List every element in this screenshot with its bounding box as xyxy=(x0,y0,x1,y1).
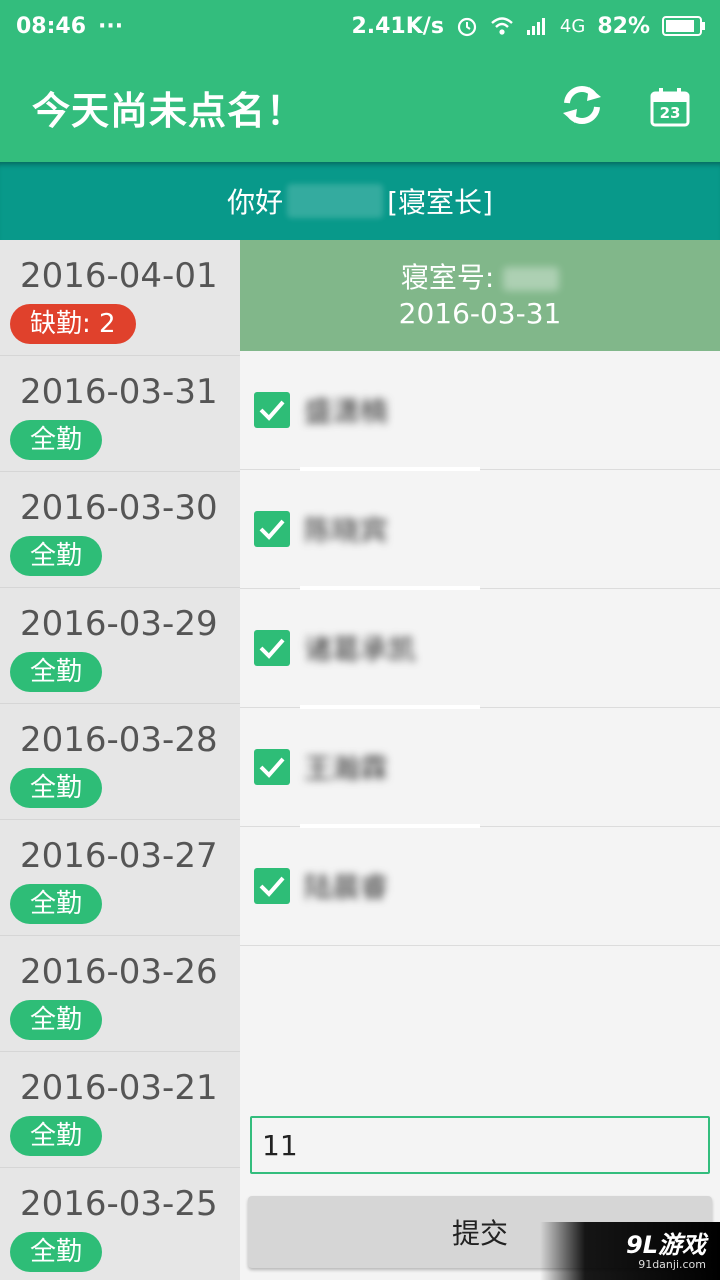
user-name-redacted xyxy=(287,184,384,218)
battery-icon xyxy=(662,15,706,37)
refresh-icon xyxy=(561,85,603,129)
calendar-day: 23 xyxy=(659,104,681,122)
check-icon xyxy=(259,519,285,540)
date-list-item[interactable]: 2016-03-26 全勤 xyxy=(0,936,240,1052)
member-row[interactable]: 陆晨睿 xyxy=(240,827,720,946)
greeting-role: [寝室长] xyxy=(387,186,493,219)
date-label: 2016-03-25 xyxy=(20,1184,218,1224)
room-date: 2016-03-31 xyxy=(398,296,562,330)
greeting-prefix: 你好 xyxy=(227,186,284,219)
status-network-speed: 2.41K/s xyxy=(351,13,444,39)
wifi-icon xyxy=(490,16,514,36)
status-more-icon: ··· xyxy=(98,13,124,39)
absence-badge: 缺勤: 2 xyxy=(10,304,136,344)
member-name: 诸葛承凯 xyxy=(304,633,417,666)
signal-icon xyxy=(526,16,548,36)
status-bar: 08:46 ··· 2.41K/s 4G 82% xyxy=(0,0,720,52)
status-time: 08:46 xyxy=(16,13,87,39)
attendance-checkbox[interactable] xyxy=(254,868,290,904)
battery-percent: 82% xyxy=(597,13,650,39)
room-header: 寝室号: 2016-03-31 xyxy=(240,240,720,351)
member-row[interactable]: 诸葛承凯 xyxy=(240,589,720,709)
room-number-redacted xyxy=(503,266,560,291)
full-attendance-badge: 全勤 xyxy=(10,1000,103,1040)
greeting-bar: 你好 [寝室长] xyxy=(0,162,720,240)
refresh-button[interactable] xyxy=(558,83,606,131)
member-row[interactable]: 王瀚霖 xyxy=(240,708,720,828)
attendance-checkbox[interactable] xyxy=(254,392,290,428)
member-list: 盛潇楠陈晓宾诸葛承凯王瀚霖陆晨睿 xyxy=(240,351,720,946)
date-label: 2016-03-30 xyxy=(20,488,218,528)
date-label: 2016-03-21 xyxy=(20,1068,218,1108)
member-name: 王瀚霖 xyxy=(304,752,389,785)
note-input[interactable] xyxy=(250,1116,710,1174)
full-attendance-badge: 全勤 xyxy=(10,536,103,576)
check-icon xyxy=(259,638,285,659)
date-label: 2016-03-27 xyxy=(20,836,218,876)
date-label: 2016-03-31 xyxy=(20,372,218,412)
full-attendance-badge: 全勤 xyxy=(10,652,103,692)
member-name: 陈晓宾 xyxy=(304,514,389,547)
check-icon xyxy=(259,400,285,421)
date-list-item[interactable]: 2016-03-28 全勤 xyxy=(0,704,240,820)
check-icon xyxy=(259,876,285,897)
full-attendance-badge: 全勤 xyxy=(10,1232,103,1272)
date-list-item[interactable]: 2016-03-25 全勤 xyxy=(0,1168,240,1280)
date-list-item[interactable]: 2016-03-27 全勤 xyxy=(0,820,240,936)
member-row[interactable]: 盛潇楠 xyxy=(240,351,720,471)
date-list[interactable]: 2016-04-01 缺勤: 2 2016-03-31 全勤 2016-03-30 全勤 2… xyxy=(0,240,240,1280)
calendar-icon: 23 xyxy=(650,87,690,127)
member-name: 盛潇楠 xyxy=(304,395,389,428)
calendar-button[interactable]: 23 xyxy=(646,83,694,131)
date-list-item[interactable]: 2016-03-30 全勤 xyxy=(0,472,240,588)
date-label: 2016-04-01 xyxy=(20,256,218,296)
attendance-panel: 寝室号: 2016-03-31 盛潇楠陈晓宾诸葛承凯王瀚霖陆晨睿 提交 xyxy=(240,240,720,1280)
date-label: 2016-03-29 xyxy=(20,604,218,644)
app-bar: 今天尚未点名！ 23 xyxy=(0,52,720,162)
attendance-checkbox[interactable] xyxy=(254,630,290,666)
room-label: 寝室号: xyxy=(400,260,495,294)
attendance-checkbox[interactable] xyxy=(254,749,290,785)
member-name: 陆晨睿 xyxy=(304,871,389,904)
page-title: 今天尚未点名！ xyxy=(32,88,306,133)
watermark-logo: 9L游戏 91danji.com xyxy=(540,1222,720,1280)
date-list-item[interactable]: 2016-04-01 缺勤: 2 xyxy=(0,240,240,356)
full-attendance-badge: 全勤 xyxy=(10,420,103,460)
date-label: 2016-03-28 xyxy=(20,720,218,760)
network-type: 4G xyxy=(559,15,586,37)
check-icon xyxy=(259,757,285,778)
member-row[interactable]: 陈晓宾 xyxy=(240,470,720,590)
date-list-item[interactable]: 2016-03-29 全勤 xyxy=(0,588,240,704)
date-list-item[interactable]: 2016-03-21 全勤 xyxy=(0,1052,240,1168)
attendance-checkbox[interactable] xyxy=(254,511,290,547)
date-list-item[interactable]: 2016-03-31 全勤 xyxy=(0,356,240,472)
full-attendance-badge: 全勤 xyxy=(10,884,103,924)
full-attendance-badge: 全勤 xyxy=(10,768,103,808)
alarm-icon xyxy=(456,15,478,37)
date-label: 2016-03-26 xyxy=(20,952,218,992)
full-attendance-badge: 全勤 xyxy=(10,1116,103,1156)
